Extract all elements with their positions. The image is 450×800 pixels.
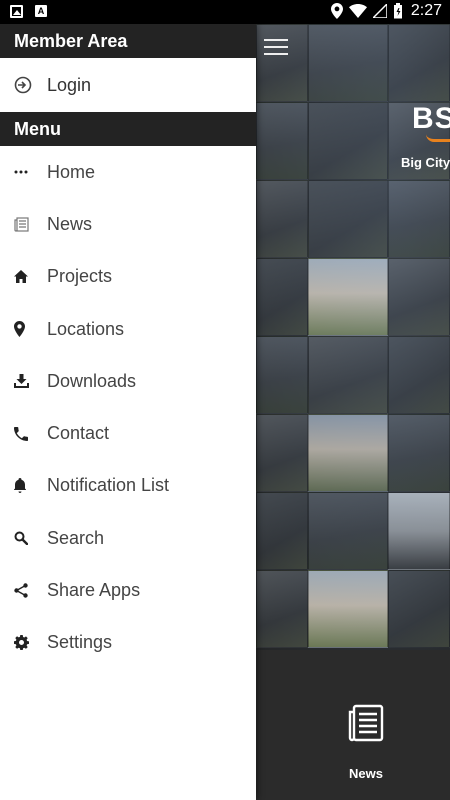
menu-label: News [47, 213, 93, 234]
menu-item-news[interactable]: News [0, 198, 256, 250]
newspaper-icon [348, 704, 384, 742]
logo-swoosh [426, 134, 450, 142]
bottom-nav-news[interactable]: News [336, 704, 396, 781]
menu-label: Downloads [47, 370, 137, 391]
hamburger-icon [264, 39, 288, 41]
bottom-nav-news-label: News [349, 766, 383, 781]
hamburger-icon-bar [264, 53, 288, 55]
bell-icon [14, 478, 26, 494]
menu-item-notification-list[interactable]: Notification List [0, 460, 256, 512]
image-icon [10, 5, 23, 18]
wifi-icon [348, 4, 367, 18]
menu-label: Locations [47, 318, 125, 339]
battery-icon [393, 3, 402, 19]
menu-item-downloads[interactable]: Downloads [0, 355, 256, 407]
navigation-drawer: Member Area Login Menu Home News Project… [0, 24, 256, 800]
a-app-icon: A [35, 5, 47, 17]
brand-tagline: Big City [401, 155, 450, 170]
menu-item-locations[interactable]: Locations [0, 303, 256, 355]
menu-label: Notification List [47, 475, 170, 496]
phone-icon [14, 426, 28, 441]
location-icon [330, 3, 343, 19]
menu-list: Home News Projects Locations Downloads C… [0, 146, 256, 669]
menu-label: Search [47, 527, 105, 548]
share-icon [14, 583, 28, 598]
search-icon [14, 531, 28, 546]
house-icon [14, 270, 28, 284]
location-pin-icon [14, 321, 25, 338]
login-label: Login [47, 74, 92, 95]
menu-label: Contact [47, 423, 110, 444]
menu-item-contact[interactable]: Contact [0, 407, 256, 459]
menu-header: Menu [0, 112, 256, 146]
menu-label: Home [47, 161, 96, 182]
menu-item-home[interactable]: Home [0, 146, 256, 198]
bottom-nav: News [256, 650, 450, 800]
cell-signal-icon [372, 4, 387, 18]
menu-item-search[interactable]: Search [0, 512, 256, 564]
menu-label: Settings [47, 632, 113, 653]
menu-hamburger-button[interactable] [264, 37, 288, 55]
brand-logo: BS [412, 102, 450, 135]
newspaper-icon [14, 217, 29, 232]
menu-item-projects[interactable]: Projects [0, 251, 256, 303]
menu-item-settings[interactable]: Settings [0, 617, 256, 669]
hamburger-icon-bar [264, 46, 288, 48]
member-area-header: Member Area [0, 24, 256, 58]
login-icon [14, 76, 32, 94]
gear-icon [14, 635, 29, 651]
login-item[interactable]: Login [0, 58, 256, 112]
menu-label: Projects [47, 266, 113, 287]
app-main-screen: BS Big City News [256, 24, 450, 800]
dots-icon [14, 170, 28, 174]
clock: 2:27 [410, 2, 442, 19]
menu-item-share-apps[interactable]: Share Apps [0, 564, 256, 616]
menu-label: Share Apps [47, 580, 141, 601]
status-bar: A 2:27 [0, 0, 450, 24]
download-icon [14, 374, 29, 389]
